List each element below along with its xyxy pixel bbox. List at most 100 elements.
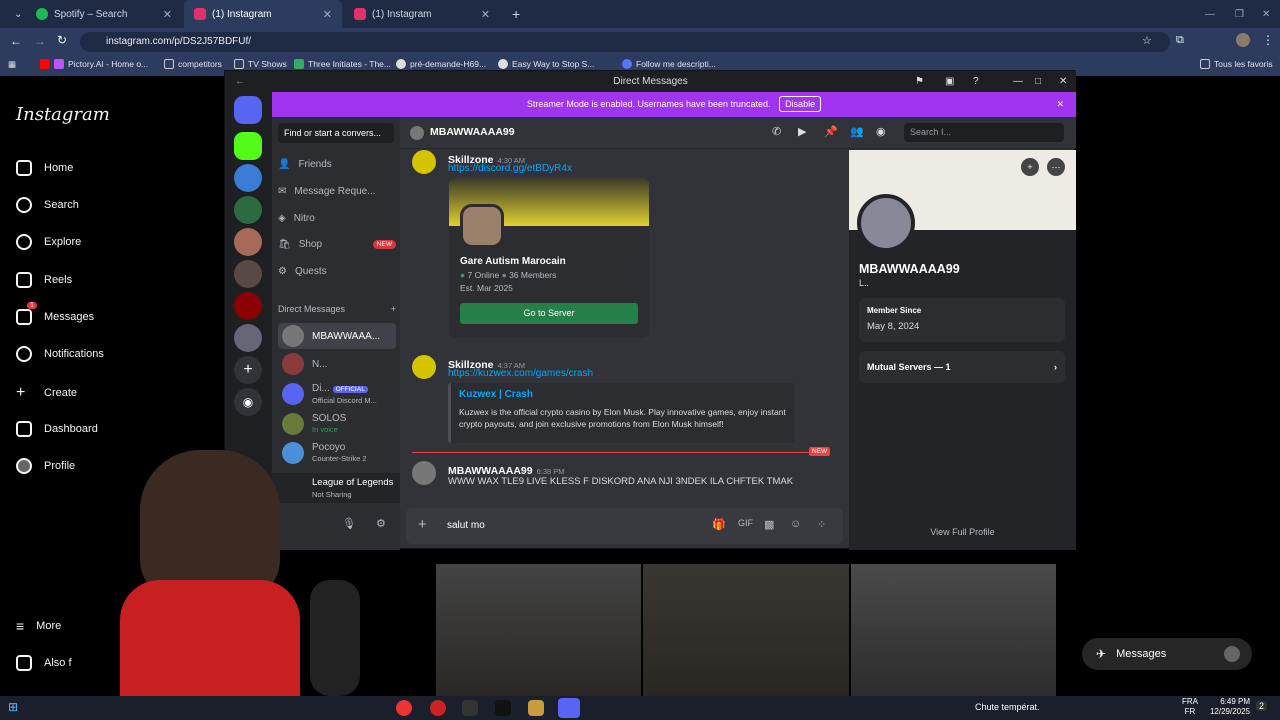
bookmark-star-icon[interactable]: ☆ (1142, 34, 1152, 47)
inbox-icon[interactable]: ⚑ (915, 71, 924, 92)
post-thumbnail[interactable] (850, 564, 1056, 696)
close-window-icon[interactable]: ✕ (1252, 0, 1280, 28)
monitor-icon[interactable]: ▣ (945, 71, 954, 92)
nav-create[interactable]: + Create (16, 384, 77, 402)
view-full-profile-link[interactable]: View Full Profile (849, 527, 1076, 537)
message-link[interactable]: https://discord.gg/etBDyR4x (448, 163, 572, 174)
bookmark-item[interactable]: Three Initiates - The... (294, 59, 391, 69)
weather-text[interactable]: Chute températ. (975, 702, 1040, 712)
minimize-icon[interactable]: — (1195, 0, 1225, 28)
bookmark-item[interactable]: Easy Way to Stop S... (498, 59, 594, 69)
nav-also-from[interactable]: Also f (16, 655, 72, 671)
extensions-icon[interactable]: ⧉ (1176, 34, 1184, 47)
maximize-icon[interactable]: ❐ (1225, 0, 1254, 28)
gif-icon[interactable]: GIF (738, 518, 753, 528)
profile-avatar[interactable] (857, 194, 915, 252)
video-icon[interactable]: ▶ (798, 125, 806, 138)
bookmark-folder[interactable]: TV Shows (234, 59, 287, 69)
app-icon[interactable] (430, 700, 446, 716)
server-icon[interactable] (234, 260, 262, 288)
tab-instagram-active[interactable]: (1) Instagram ✕ (184, 0, 342, 28)
maximize-icon[interactable]: □ (1035, 71, 1041, 92)
forward-icon[interactable]: → (34, 34, 46, 48)
dm-item[interactable]: N... (278, 353, 396, 375)
bookmark-item[interactable]: Follow me descripti... (622, 59, 716, 69)
tab-spotify[interactable]: Spotify – Search ✕ (26, 0, 182, 28)
post-thumbnail[interactable] (643, 564, 849, 696)
close-tab-icon[interactable]: ✕ (163, 8, 172, 21)
url-input[interactable]: instagram.com/p/DS2J57BDFUf/ (80, 32, 1170, 52)
help-icon[interactable]: ? (973, 71, 979, 92)
app-icon[interactable] (462, 700, 478, 716)
server-icon[interactable] (234, 292, 262, 320)
add-friend-icon[interactable]: + (1021, 158, 1039, 176)
server-icon[interactable] (234, 164, 262, 192)
nav-messages[interactable]: Messages (16, 309, 94, 325)
friends-nav[interactable]: 👤 Friends (278, 159, 396, 170)
add-friend-icon[interactable]: 👥 (850, 125, 864, 138)
clock[interactable]: 6:49 PM 12/29/2025 (1204, 697, 1250, 717)
nitro-nav[interactable]: ◈ Nitro (278, 213, 396, 224)
search-input[interactable]: Search I... (904, 123, 1064, 142)
quests-nav[interactable]: ⚙ Quests (278, 266, 396, 277)
find-conversation-input[interactable]: Find or start a convers... (278, 123, 394, 143)
shop-nav[interactable]: 🛍 Shop NEW (278, 239, 396, 250)
league-icon[interactable] (528, 700, 544, 716)
all-bookmarks[interactable]: Tous les favoris (1200, 59, 1273, 69)
back-icon[interactable]: ← (235, 71, 245, 92)
minimize-icon[interactable]: — (1013, 71, 1023, 92)
discord-home-icon[interactable] (234, 96, 262, 124)
sticker-icon[interactable]: ▩ (764, 518, 774, 531)
server-icon[interactable] (234, 132, 262, 160)
notifications-badge[interactable]: 2 (1256, 701, 1268, 711)
nav-notifications[interactable]: Notifications (16, 346, 104, 362)
apps-icon[interactable]: ▦ (8, 59, 16, 70)
add-dm-icon[interactable]: + (391, 304, 396, 314)
server-icon[interactable] (234, 228, 262, 256)
apps-icon[interactable]: ⁘ (817, 518, 826, 531)
more-options-icon[interactable]: ⋯ (1047, 158, 1065, 176)
nav-more[interactable]: ≡ More (16, 618, 61, 634)
nav-home[interactable]: Home (16, 160, 73, 176)
back-icon[interactable]: ← (10, 34, 22, 48)
close-icon[interactable]: ✕ (1059, 71, 1067, 92)
reload-icon[interactable]: ↻ (57, 33, 67, 47)
close-banner-icon[interactable]: ✕ (1056, 92, 1064, 117)
add-server-icon[interactable]: + (234, 356, 262, 384)
tab-instagram[interactable]: (1) Instagram ✕ (344, 0, 500, 28)
nav-search[interactable]: Search (16, 197, 79, 213)
bookmark-item[interactable]: Pictory.AI - Home o... (40, 59, 148, 69)
message-input[interactable]: salut mo (447, 520, 485, 531)
call-icon[interactable]: ✆ (772, 125, 781, 138)
pin-icon[interactable]: 📌 (824, 125, 838, 138)
disable-button[interactable]: Disable (779, 96, 822, 112)
menu-icon[interactable]: ⋮ (1262, 33, 1274, 47)
emoji-icon[interactable]: ☺ (790, 518, 801, 530)
close-tab-icon[interactable]: ✕ (323, 8, 332, 21)
chrome-icon[interactable] (396, 700, 412, 716)
profile-avatar[interactable] (1236, 33, 1250, 47)
close-tab-icon[interactable]: ✕ (481, 8, 490, 21)
dm-item[interactable]: Di... OFFICIAL Official Discord M... (278, 381, 396, 407)
discover-icon[interactable]: ◉ (234, 388, 262, 416)
start-icon[interactable]: ⊞ (8, 700, 18, 714)
new-tab-button[interactable]: + (502, 0, 522, 28)
dm-item-active[interactable]: MBAWWAAA... (278, 323, 396, 349)
embed-title[interactable]: Kuzwex | Crash (459, 389, 787, 400)
language-indicator[interactable]: FRA FR (1182, 697, 1198, 717)
message-requests-nav[interactable]: ✉ Message Reque... (278, 186, 396, 197)
mutual-servers-row[interactable]: Mutual Servers — 1 › (859, 351, 1065, 383)
gift-icon[interactable]: 🎁 (712, 518, 726, 531)
messages-pill[interactable]: ✈ Messages (1082, 638, 1252, 670)
tiktok-icon[interactable] (495, 700, 511, 716)
post-thumbnail[interactable] (436, 564, 642, 696)
go-to-server-button[interactable]: Go to Server (460, 303, 638, 324)
tab-list-button[interactable]: ⌄ (4, 0, 24, 28)
nav-explore[interactable]: Explore (16, 234, 81, 250)
user-profile-icon[interactable]: ◉ (876, 125, 886, 138)
discord-taskbar-icon[interactable] (558, 698, 580, 718)
nav-profile[interactable]: Profile (16, 458, 75, 474)
bookmark-item[interactable]: pré-demande-H69... (396, 59, 486, 69)
message-link[interactable]: https://kuzwex.com/games/crash (448, 368, 593, 379)
server-icon[interactable] (234, 196, 262, 224)
